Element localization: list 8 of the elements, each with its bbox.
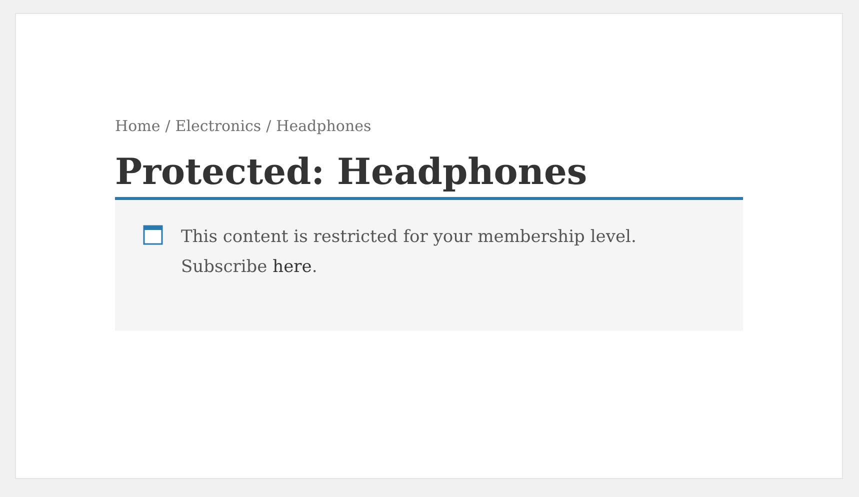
breadcrumb-separator: / — [266, 117, 272, 135]
window-icon — [143, 225, 163, 245]
notice-text: This content is restricted for your membership level. Subscribe here. — [181, 226, 638, 279]
breadcrumb-separator: / — [165, 117, 170, 135]
breadcrumb-link[interactable]: Electronics — [175, 117, 262, 135]
breadcrumb-link[interactable]: Home — [115, 117, 160, 135]
subscribe-link[interactable]: here — [272, 257, 312, 277]
breadcrumb-link[interactable]: Headphones — [276, 117, 372, 135]
